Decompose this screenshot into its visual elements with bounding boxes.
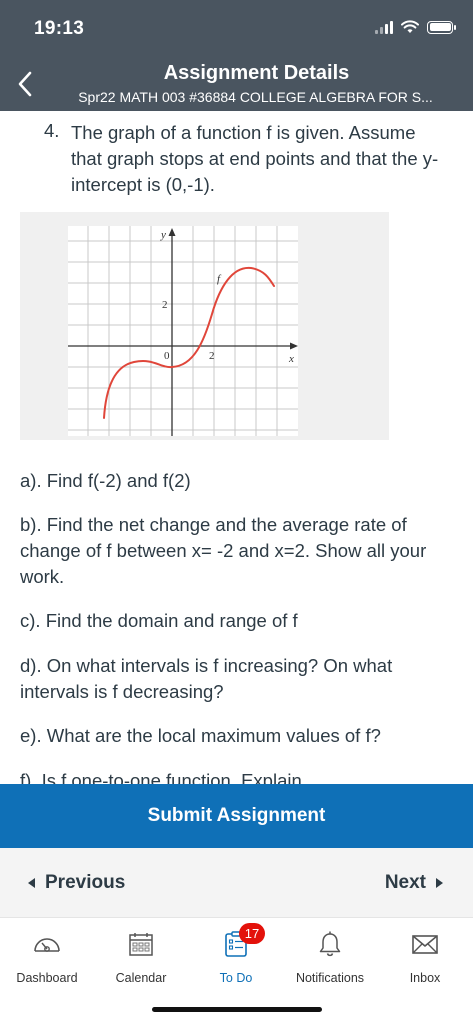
triangle-right-icon [436,878,443,888]
question-part-e: e). What are the local maximum values of… [20,725,381,746]
app-header: 19:13 Assignment Details Spr22 MATH 003 … [0,0,473,111]
signal-icon [375,20,393,34]
y-tick-label: 2 [162,299,168,311]
question-part-b: b). Find the net change and the average … [20,514,427,587]
dashboard-icon [32,929,62,959]
next-label: Next [384,872,426,893]
question-part-c: c). Find the domain and range of f [20,610,298,631]
tab-dashboard[interactable]: Dashboard [0,929,94,985]
next-button[interactable]: Next [385,872,443,894]
triangle-left-icon [28,878,35,888]
x-axis-label: x [288,353,294,365]
page-title: Assignment Details [163,62,350,84]
submit-assignment-button[interactable]: Submit Assignment [0,784,473,848]
question-part-f: f). Is f one-to-one function. Explain [20,770,302,784]
tab-todo[interactable]: 17 To Do [189,923,283,985]
back-button[interactable] [8,66,42,102]
tab-notifications-label: Notifications [295,971,365,985]
chevron-left-icon [18,71,32,97]
question-text: The graph of a function f is given. Assu… [71,122,439,195]
submit-label: Submit Assignment [147,805,326,826]
question-part-d: d). On what intervals is f increasing? O… [20,655,393,702]
course-subtitle: Spr22 MATH 003 #36884 COLLEGE ALGEBRA FO… [78,89,433,105]
wifi-icon [401,20,419,33]
tab-inbox-label: Inbox [409,971,441,985]
question-part-a: a). Find f(-2) and f(2) [20,470,191,491]
todo-badge: 17 [239,923,265,944]
assignment-content[interactable]: 4. The graph of a function f is given. A… [0,111,473,784]
tab-calendar-label: Calendar [115,971,167,985]
origin-label: 0 [164,350,170,362]
previous-label: Previous [45,872,126,893]
tab-notifications[interactable]: Notifications [283,929,377,985]
home-indicator [152,1007,322,1012]
question-number: 4. [44,120,60,141]
tab-dashboard-label: Dashboard [16,971,78,985]
battery-icon [427,20,456,34]
previous-button[interactable]: Previous [28,872,125,894]
pager-bar: Previous Next [0,848,473,918]
tab-todo-label: To Do [219,971,253,985]
x-tick-label: 2 [209,350,215,362]
y-axis-label: y [160,229,166,241]
inbox-icon [410,929,440,959]
status-time: 19:13 [34,18,85,39]
calendar-icon [126,929,156,959]
function-graph: y x f 2 0 2 [68,226,298,436]
todo-icon: 17 [221,923,265,959]
bell-icon [315,929,345,959]
status-icons [375,20,456,34]
function-graph-figure: y x f 2 0 2 [20,212,389,440]
tab-inbox[interactable]: Inbox [378,929,472,985]
tab-calendar[interactable]: Calendar [94,929,188,985]
